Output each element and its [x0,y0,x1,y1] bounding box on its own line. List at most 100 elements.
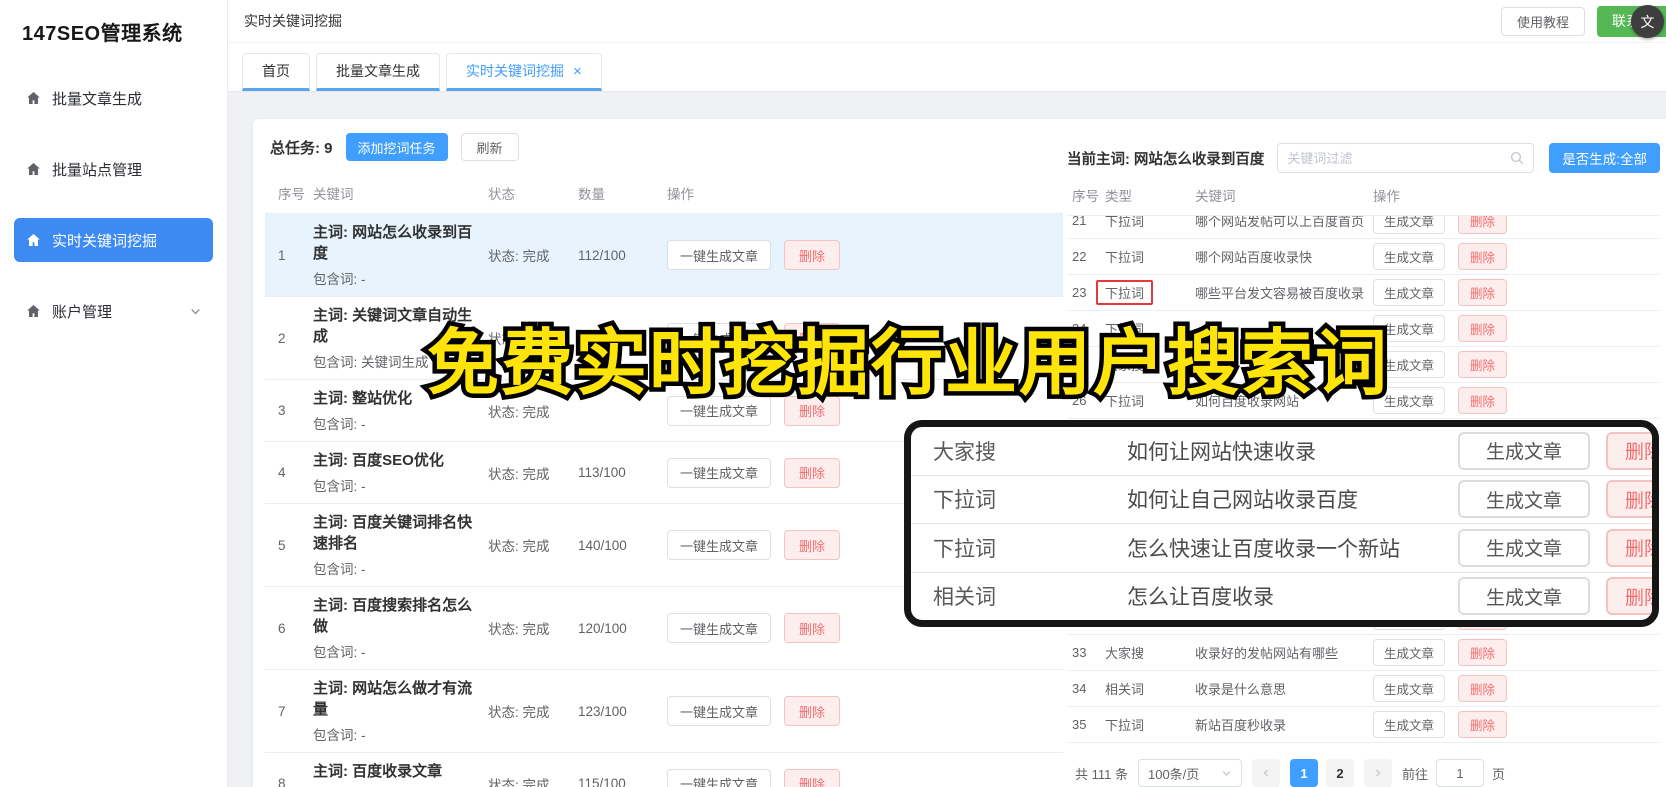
keyword-row[interactable]: 34 相关词 收录是什么意思 生成文章 删除 [1067,671,1660,707]
task-title: 主词: 整站优化 [313,390,413,407]
page-number-button[interactable]: 2 [1325,759,1354,787]
keyword-row[interactable]: 33 大家搜 收录好的发帖网站有哪些 生成文章 删除 [1067,635,1660,671]
delete-button[interactable]: 删除 [1606,528,1652,567]
task-title: 主词: 百度关键词排名快速排名 [313,514,473,552]
keyword-row[interactable]: 23 下拉词 哪些平台发文容易被百度收录 生成文章 删除 [1067,275,1660,311]
delete-button[interactable]: 删除 [1458,243,1508,270]
callout-type: 大家搜 [933,440,996,464]
tab[interactable]: 批量文章生成 [316,53,440,91]
keyword-text: 哪个网站发帖可以上百度首页 [1195,216,1365,229]
generate-article-button[interactable]: 一键生成文章 [667,323,772,353]
delete-button[interactable]: 删除 [784,457,841,488]
sidebar-item[interactable]: 批量文章生成 [14,76,213,120]
per-page-select[interactable]: 100条/页 [1137,759,1242,787]
delete-button[interactable]: 删除 [784,240,841,270]
task-row[interactable]: 1 主词: 网站怎么收录到百度 包含词: - 状态: 完成 112/100 一键… [265,214,1063,297]
generate-article-button[interactable]: 生成文章 [1373,243,1446,270]
generate-article-button[interactable]: 生成文章 [1373,639,1446,666]
refresh-button[interactable]: 刷新 [460,133,519,161]
keyword-no: 26 [1072,393,1087,408]
keyword-row[interactable]: 25 大家搜 生成文章 删除 [1067,347,1660,383]
delete-button[interactable]: 删除 [1606,577,1652,616]
translate-icon[interactable]: 文 [1631,5,1664,38]
task-keyword: 主词: 整站优化 包含词: - [313,380,488,441]
task-count: 112/100 [578,247,626,263]
task-row[interactable]: 8 主词: 百度收录文章 包含词: 收录 状态: 完成 115/100 一键生成… [265,753,1063,787]
delete-button[interactable]: 删除 [784,323,841,353]
task-row[interactable]: 2 主词: 关键词文章自动生成 包含词: 关键词生成 状态: 完成 100/10… [265,297,1063,380]
delete-button[interactable]: 删除 [1458,675,1508,702]
generate-article-button[interactable]: 一键生成文章 [667,240,772,270]
delete-button[interactable]: 删除 [1606,431,1652,470]
delete-button[interactable]: 删除 [784,696,841,726]
keyword-row[interactable]: 24 下拉词 生成文章 删除 [1067,311,1660,347]
delete-button[interactable]: 删除 [1458,639,1508,666]
sidebar-item[interactable]: 账户管理 [14,289,213,333]
keyword-row[interactable]: 22 下拉词 哪个网站百度收录快 生成文章 删除 [1067,239,1660,275]
generate-article-button[interactable]: 生成文章 [1373,351,1446,378]
sidebar-item[interactable]: 批量站点管理 [14,147,213,191]
generate-article-button[interactable]: 一键生成文章 [667,768,772,787]
page-title: 实时关键词挖掘 [244,13,342,29]
page-number-button[interactable]: 1 [1289,759,1318,787]
home-icon [25,161,42,177]
generate-article-button[interactable]: 生成文章 [1373,279,1446,306]
keyword-type-text: 下拉词 [1105,250,1145,265]
tab-close-icon[interactable]: × [573,64,582,79]
delete-button[interactable]: 删除 [1458,279,1508,306]
generate-article-button[interactable]: 一键生成文章 [667,696,772,726]
delete-button[interactable]: 删除 [784,395,841,426]
task-row[interactable]: 7 主词: 网站怎么做才有流量 包含词: - 状态: 完成 123/100 一键… [265,670,1063,753]
generate-article-button[interactable]: 生成文章 [1457,431,1590,470]
generate-article-button[interactable]: 一键生成文章 [667,395,772,426]
task-status: 状态: 完成 [488,249,550,264]
generate-article-button[interactable]: 生成文章 [1373,216,1446,234]
keyword-type: 下拉词 [1105,247,1195,266]
keyword-row[interactable]: 21 下拉词 哪个网站发帖可以上百度首页 生成文章 删除 [1067,216,1660,239]
delete-button[interactable]: 删除 [784,613,841,643]
callout-type: 相关词 [933,586,996,610]
next-page-button[interactable] [1363,759,1392,787]
delete-button[interactable]: 删除 [1458,351,1508,378]
generate-article-button[interactable]: 生成文章 [1373,315,1446,342]
tab[interactable]: 实时关键词挖掘 × [446,53,602,91]
keyword-row[interactable]: 35 下拉词 新站百度秒收录 生成文章 删除 [1067,707,1660,743]
sidebar-item[interactable]: 实时关键词挖掘 [14,218,213,262]
keyword-no: 24 [1072,321,1087,336]
generate-article-button[interactable]: 生成文章 [1373,387,1446,414]
generate-article-button[interactable]: 生成文章 [1373,675,1446,702]
task-include: 包含词: - [313,562,366,577]
delete-button[interactable]: 删除 [1458,216,1508,234]
col-keyword: 关键词 [1195,189,1236,204]
delete-button[interactable]: 删除 [1458,387,1508,414]
task-ops: 一键生成文章 删除 [667,613,841,643]
generate-article-button[interactable]: 一键生成文章 [667,530,772,560]
tab-label: 实时关键词挖掘 [466,63,564,79]
keyword-filter-input[interactable] [1287,150,1511,166]
tab-label: 批量文章生成 [336,63,420,79]
delete-button[interactable]: 删除 [1458,315,1508,342]
delete-button[interactable]: 删除 [784,530,841,560]
generate-article-button[interactable]: 生成文章 [1457,480,1590,519]
generate-all-button[interactable]: 是否生成:全部 [1549,143,1660,173]
keyword-type-text: 下拉词 [1105,216,1145,229]
prev-page-button[interactable] [1251,759,1280,787]
goto-page-input[interactable] [1436,759,1484,787]
col-no: 序号 [278,187,305,202]
tutorial-button[interactable]: 使用教程 [1500,6,1585,36]
app-root: 147SEO管理系统 批量文章生成 批量站点管理 实时关键词挖掘 账户管理 实时… [0,0,1666,787]
generate-article-button[interactable]: 一键生成文章 [667,457,772,488]
sidebar: 147SEO管理系统 批量文章生成 批量站点管理 实时关键词挖掘 账户管理 [0,0,228,787]
generate-article-button[interactable]: 生成文章 [1457,577,1590,616]
sidebar-item-label: 账户管理 [52,303,113,321]
keyword-row[interactable]: 26 下拉词 如何百度收录网站 生成文章 删除 [1067,383,1660,419]
generate-article-button[interactable]: 生成文章 [1457,528,1590,567]
tab[interactable]: 首页 [242,53,310,91]
generate-article-button[interactable]: 一键生成文章 [667,613,772,643]
delete-button[interactable]: 删除 [784,768,841,787]
generate-article-button[interactable]: 生成文章 [1373,711,1446,738]
delete-button[interactable]: 删除 [1458,711,1508,738]
delete-button[interactable]: 删除 [1606,480,1652,519]
add-task-button[interactable]: 添加挖词任务 [345,133,448,161]
magnifier-callout: 大家搜 如何让网站快速收录 生成文章 删除 下拉词 如何让自己网站收录百度 生成… [904,420,1659,627]
